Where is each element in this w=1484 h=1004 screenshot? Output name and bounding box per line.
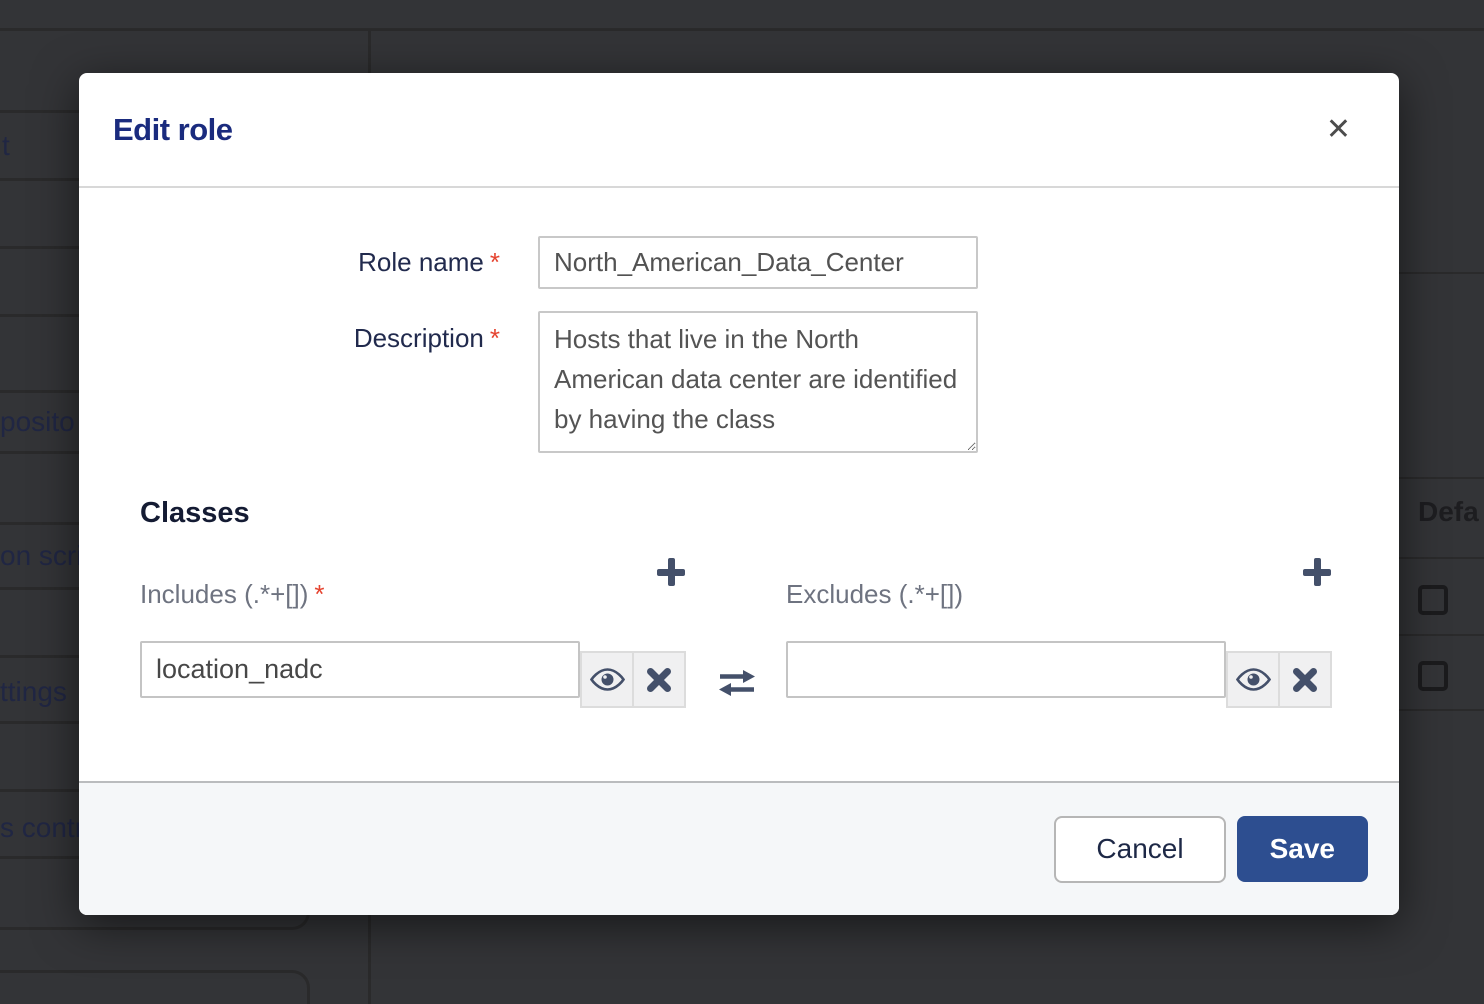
backdrop-text-fragment: s contr	[0, 812, 84, 844]
dialog-title: Edit role	[113, 112, 233, 148]
eye-icon	[589, 667, 626, 692]
role-name-label: Role name*	[79, 247, 500, 278]
eye-icon	[1235, 667, 1272, 692]
classes-heading: Classes	[140, 497, 1334, 530]
backdrop-text-fragment: posito	[0, 406, 75, 438]
includes-input[interactable]	[140, 641, 580, 698]
backdrop-row-divider	[1396, 477, 1484, 479]
role-name-row: Role name*	[79, 236, 1399, 289]
close-button[interactable]: ✕	[1318, 111, 1359, 149]
dialog-footer: Cancel Save	[79, 781, 1399, 915]
backdrop-row-divider	[1396, 272, 1484, 274]
description-label: Description*	[79, 311, 500, 354]
includes-label: Includes (.*+[])*	[140, 579, 324, 610]
save-button[interactable]: Save	[1237, 816, 1368, 882]
classes-section: Includes (.*+[])*	[140, 556, 1334, 708]
remove-include-button[interactable]	[632, 651, 686, 708]
excludes-group: Excludes (.*+[])	[786, 556, 1333, 708]
required-marker: *	[490, 323, 500, 353]
backdrop-row-divider	[1396, 634, 1484, 636]
includes-group: Includes (.*+[])*	[140, 556, 687, 708]
cancel-button[interactable]: Cancel	[1054, 816, 1225, 883]
preview-exclude-button[interactable]	[1226, 651, 1280, 708]
add-exclude-button[interactable]	[1301, 556, 1333, 588]
plus-icon	[657, 558, 685, 586]
backdrop-panel-border	[0, 970, 310, 1004]
checkbox	[1418, 661, 1448, 691]
remove-exclude-button[interactable]	[1278, 651, 1332, 708]
required-marker: *	[490, 247, 500, 277]
preview-include-button[interactable]	[580, 651, 634, 708]
checkbox	[1418, 585, 1448, 615]
description-row: Description* Hosts that live in the Nort…	[79, 311, 1399, 453]
plus-icon	[1303, 558, 1331, 586]
add-include-button[interactable]	[655, 556, 687, 588]
backdrop-column-header: Defa	[1418, 496, 1479, 528]
backdrop-row-divider	[1396, 557, 1484, 559]
description-textarea[interactable]: Hosts that live in the North American da…	[538, 311, 978, 453]
swap-arrows-icon	[718, 668, 756, 698]
edit-role-dialog: Edit role ✕ Role name* Description* Host…	[79, 73, 1399, 915]
backdrop-topbar-divider	[0, 28, 1484, 31]
backdrop-text-fragment: ttings	[0, 676, 67, 708]
x-icon	[1292, 667, 1318, 693]
backdrop-text-fragment: on scri	[0, 540, 82, 572]
dialog-body: Role name* Description* Hosts that live …	[79, 188, 1399, 781]
backdrop-text-fragment: t	[2, 130, 10, 162]
required-marker: *	[314, 579, 324, 609]
dialog-header: Edit role ✕	[79, 73, 1399, 188]
close-icon: ✕	[1326, 112, 1351, 147]
excludes-label: Excludes (.*+[])	[786, 579, 963, 610]
backdrop-panel-border	[0, 927, 280, 930]
role-name-input[interactable]	[538, 236, 978, 289]
backdrop-row-divider	[1396, 709, 1484, 711]
x-icon	[646, 667, 672, 693]
excludes-input[interactable]	[786, 641, 1226, 698]
